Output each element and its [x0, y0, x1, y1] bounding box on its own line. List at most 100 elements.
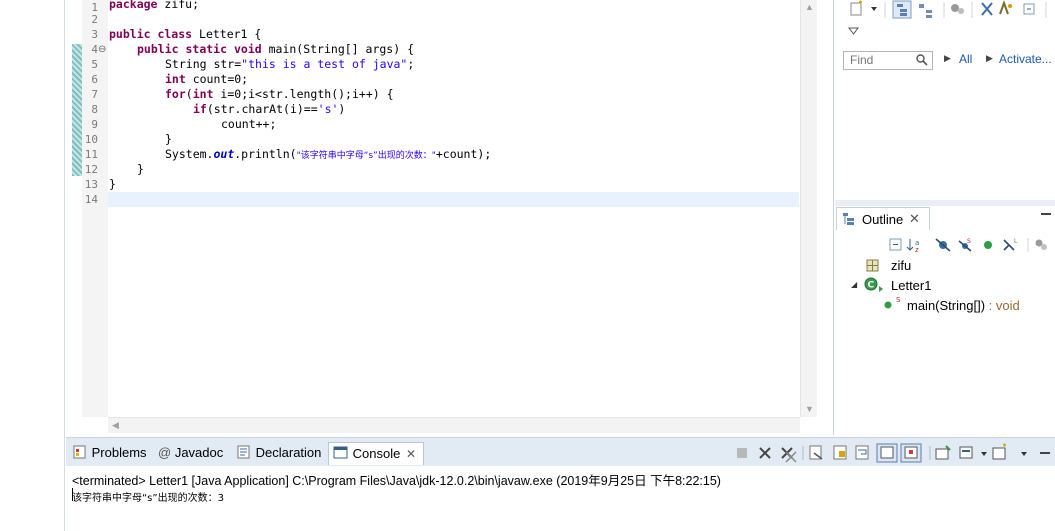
- scroll-lock-icon: [833, 445, 847, 460]
- outline-method-item[interactable]: main(String[]) : void: [907, 298, 1020, 313]
- find-input[interactable]: [844, 52, 916, 67]
- left-sidebar-strip: [0, 0, 65, 531]
- line-number: 13: [84, 178, 98, 191]
- line-number: 7: [91, 88, 98, 101]
- tab-outline[interactable]: Outline ✕: [836, 207, 930, 230]
- tab-label: Declaration: [255, 445, 322, 460]
- current-line-highlight: [108, 192, 799, 207]
- minimize-icon: [1040, 452, 1050, 454]
- sort-icon: az: [906, 239, 919, 254]
- activate-arrow-icon: ▶: [986, 53, 993, 63]
- collapse-all-icon: [1023, 3, 1035, 15]
- close-icon[interactable]: ✕: [909, 211, 920, 227]
- console-status-line: <terminated> Letter1 [Java Application] …: [72, 474, 721, 488]
- scroll-down-arrow-icon[interactable]: ▼: [805, 404, 814, 414]
- task-list-toolbar: [850, 0, 1047, 19]
- code-line-1[interactable]: package zifu;: [109, 0, 199, 12]
- svg-text:S: S: [967, 238, 971, 245]
- scroll-left-arrow-icon[interactable]: ◀: [112, 420, 119, 430]
- view-menu-icon[interactable]: [848, 26, 860, 36]
- remove-all-terminated-icon: [781, 447, 797, 463]
- dropdown-arrow-icon: [981, 452, 987, 456]
- declaration-icon: [237, 445, 250, 459]
- hide-static-icon: S: [958, 238, 972, 252]
- close-icon[interactable]: ✕: [406, 447, 416, 461]
- focus-icon: [1035, 239, 1047, 250]
- svg-text:S: S: [896, 296, 901, 304]
- code-line-13[interactable]: }: [109, 177, 116, 192]
- svg-text:z: z: [915, 246, 919, 254]
- hide-fields-icon: [935, 238, 951, 252]
- class-icon: C: [864, 277, 883, 292]
- public-static-method-icon: S: [884, 296, 901, 309]
- clear-console-icon: [809, 445, 823, 460]
- code-line-9[interactable]: count++;: [221, 117, 276, 132]
- outline-toolbar: az S L: [889, 238, 1047, 254]
- code-line-12[interactable]: }: [137, 162, 144, 177]
- outline-class-label[interactable]: Letter1: [891, 278, 931, 293]
- dropdown-arrow-icon: [1021, 452, 1027, 456]
- line-number: 4: [91, 43, 98, 56]
- code-line-11[interactable]: System.out.println("该字符串中字母“s”出现的次数："+co…: [165, 147, 491, 164]
- fold-collapse-icon[interactable]: ⊖: [98, 42, 106, 57]
- tab-label: Javadoc: [174, 445, 224, 460]
- task-list-panel: [835, 0, 1055, 200]
- categorized-icon: [892, 0, 912, 19]
- tab-label: Console: [352, 446, 401, 461]
- code-line-8[interactable]: if(str.charAt(i)=='s'): [193, 102, 345, 117]
- display-selected-console-icon: [959, 446, 973, 459]
- terminate-icon: [737, 448, 747, 458]
- console-output-line: 该字符串中字母“s”出现的次数：3: [72, 493, 224, 504]
- activate-link[interactable]: Activate...: [999, 52, 1052, 66]
- focus-icon: [951, 4, 964, 14]
- line-number: 10: [84, 133, 98, 146]
- collapse-all-icon: [889, 238, 902, 251]
- all-arrow-icon: ▶: [944, 53, 951, 63]
- pin-console-icon: [935, 445, 951, 460]
- hide-local-types-icon: L: [1003, 238, 1018, 251]
- code-line-10[interactable]: }: [165, 132, 172, 147]
- filter-icon: [999, 0, 1012, 15]
- code-line-5[interactable]: String str="this is a test of java";: [165, 57, 414, 72]
- console-icon: [333, 446, 348, 459]
- editor-vertical-scrollbar[interactable]: ▲ ▼: [800, 0, 817, 417]
- scroll-up-arrow-icon[interactable]: ▲: [805, 2, 814, 12]
- hide-completed-icon: [981, 2, 993, 16]
- line-number: 8: [91, 103, 98, 116]
- line-number: 2: [91, 13, 98, 26]
- code-line-7[interactable]: for(int i=0;i<str.length();i++) {: [165, 87, 394, 102]
- expand-arrow-icon[interactable]: ◢: [851, 280, 857, 289]
- outline-tab-label: Outline: [862, 212, 904, 227]
- code-line-3[interactable]: public class Letter1 {: [109, 27, 261, 42]
- line-number: 14: [84, 193, 98, 206]
- open-console-icon: [992, 443, 1006, 460]
- tab-declaration[interactable]: Declaration: [236, 442, 321, 464]
- find-field[interactable]: [843, 51, 933, 70]
- outline-package-label[interactable]: zifu: [891, 258, 911, 273]
- line-number: 12: [84, 163, 98, 176]
- svg-text:C: C: [868, 281, 875, 291]
- line-number: 3: [91, 28, 98, 41]
- all-link[interactable]: All: [959, 52, 972, 66]
- text-cursor: [72, 488, 73, 501]
- line-number: 9: [91, 118, 98, 131]
- editor-horizontal-scrollbar[interactable]: ◀: [108, 417, 800, 433]
- console-toolbar: [737, 443, 1050, 463]
- problems-icon: [73, 445, 86, 459]
- code-line-4[interactable]: public static void main(String[] args) {: [137, 42, 414, 57]
- line-number: 6: [91, 73, 98, 86]
- tab-problems[interactable]: Problems: [72, 442, 147, 464]
- hide-nonpublic-icon: [984, 241, 992, 249]
- tab-label: Problems: [91, 445, 147, 460]
- new-task-icon: [850, 0, 862, 16]
- tab-console[interactable]: Console ✕: [328, 442, 424, 465]
- quick-diff-marker: [72, 44, 82, 176]
- outline-icon: [843, 213, 854, 225]
- code-line-6[interactable]: int count=0;: [165, 72, 248, 87]
- search-icon[interactable]: [915, 53, 929, 67]
- minimize-icon[interactable]: [1041, 213, 1051, 215]
- word-wrap-icon: [855, 445, 869, 460]
- line-number: 5: [91, 58, 98, 71]
- tab-javadoc[interactable]: @ Javadoc: [158, 442, 223, 464]
- at-icon: @: [158, 445, 172, 460]
